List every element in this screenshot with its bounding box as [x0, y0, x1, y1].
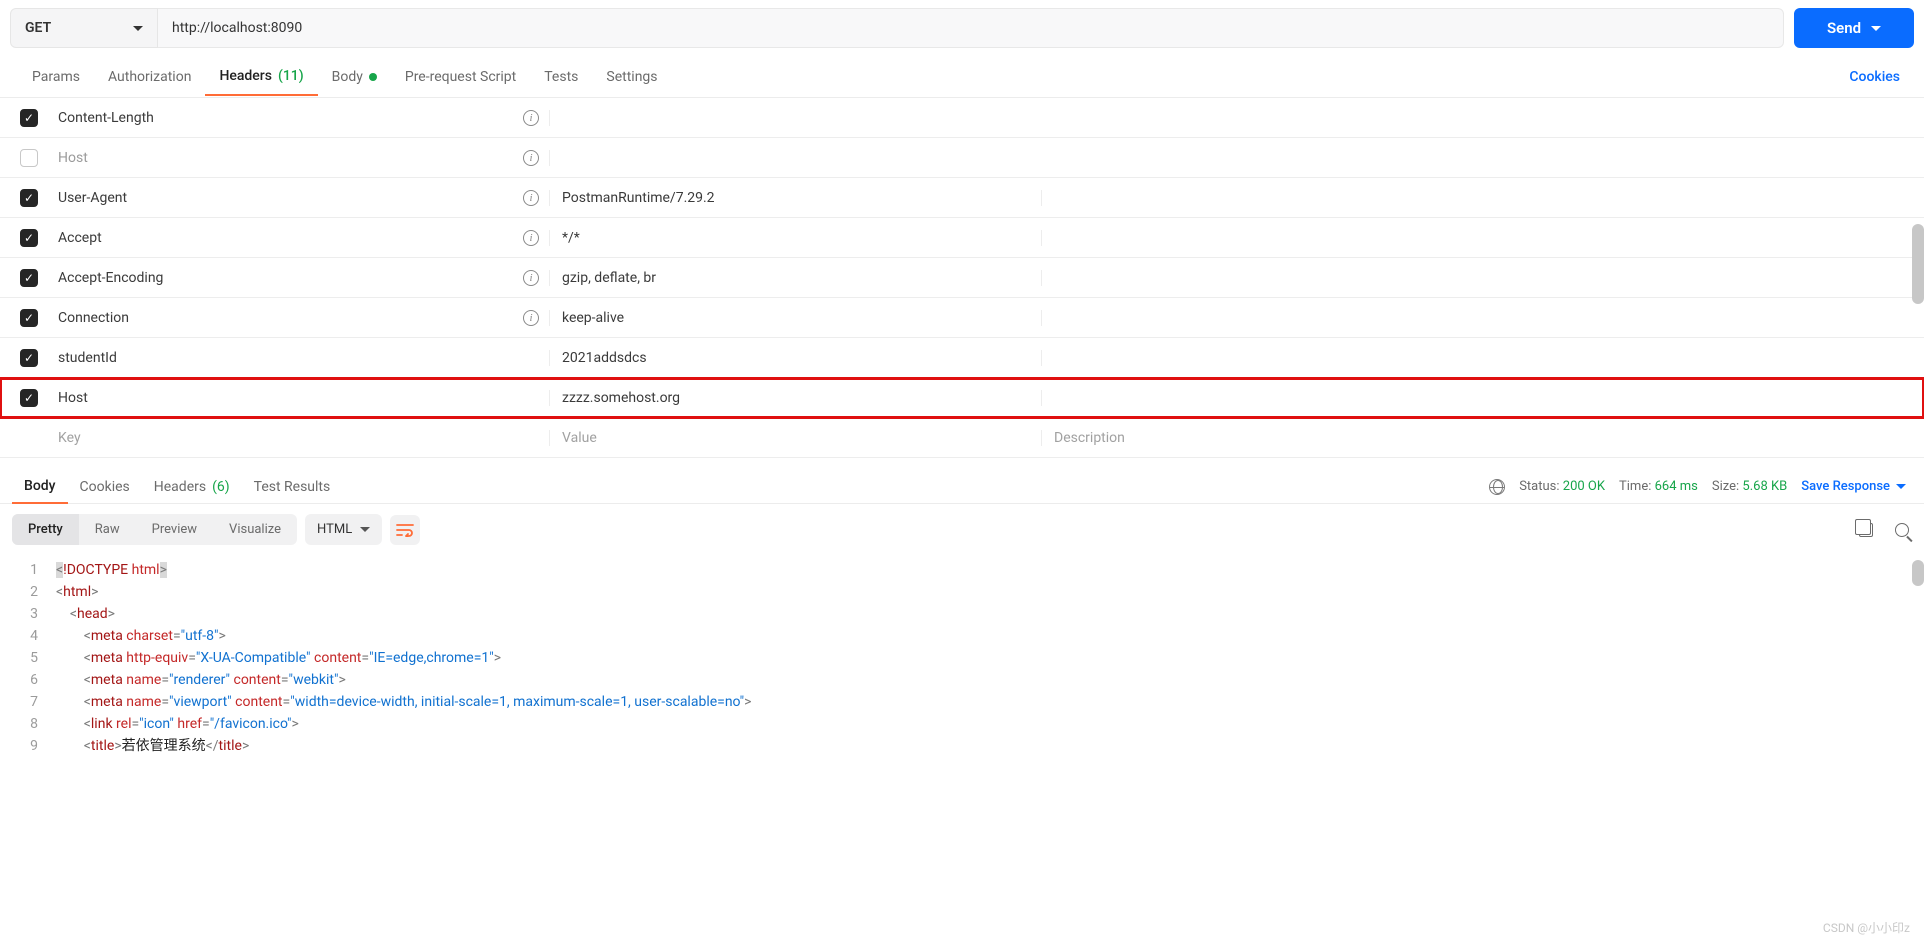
- row-checkbox[interactable]: ✓: [20, 229, 38, 247]
- header-key-input[interactable]: Key: [58, 430, 550, 446]
- response-tabs: Body Cookies Headers (6) Test Results St…: [0, 460, 1924, 504]
- view-raw[interactable]: Raw: [79, 514, 136, 545]
- info-icon[interactable]: i: [523, 150, 539, 166]
- header-key[interactable]: Content-Length: [58, 110, 154, 126]
- chevron-down-icon: [1896, 484, 1906, 489]
- chevron-down-icon: [360, 527, 370, 532]
- copy-icon[interactable]: [1856, 520, 1876, 540]
- tab-tests[interactable]: Tests: [530, 59, 592, 95]
- view-visualize[interactable]: Visualize: [213, 514, 297, 545]
- row-checkbox[interactable]: ✓: [20, 109, 38, 127]
- resp-tab-test-results[interactable]: Test Results: [242, 471, 343, 503]
- row-checkbox[interactable]: ✓: [20, 349, 38, 367]
- save-response-button[interactable]: Save Response: [1801, 479, 1906, 494]
- header-key[interactable]: studentId: [58, 350, 117, 366]
- header-value-input[interactable]: Value: [550, 430, 1042, 446]
- watermark: CSDN @小小印z: [1823, 919, 1910, 936]
- header-value[interactable]: keep-alive: [550, 310, 1042, 326]
- header-key[interactable]: Host: [58, 390, 88, 406]
- size-group: Size: 5.68 KB: [1712, 479, 1787, 494]
- table-row[interactable]: Host i: [0, 138, 1924, 178]
- info-icon[interactable]: i: [523, 270, 539, 286]
- scrollbar-thumb[interactable]: [1912, 560, 1924, 586]
- globe-icon[interactable]: [1489, 479, 1505, 495]
- row-checkbox[interactable]: [20, 149, 38, 167]
- header-value[interactable]: PostmanRuntime/7.29.2: [550, 190, 1042, 206]
- table-row[interactable]: ✓ Host zzzz.somehost.org: [0, 378, 1924, 418]
- info-icon[interactable]: i: [523, 230, 539, 246]
- table-row[interactable]: ✓ Accept i */*: [0, 218, 1924, 258]
- header-value[interactable]: gzip, deflate, br: [550, 270, 1042, 286]
- request-bar: GET http://localhost:8090 Send: [0, 0, 1924, 56]
- search-icon[interactable]: [1892, 520, 1912, 540]
- table-row-new[interactable]: Key Value Description: [0, 418, 1924, 458]
- cookies-link[interactable]: Cookies: [1849, 69, 1906, 85]
- tab-headers[interactable]: Headers (11): [205, 58, 317, 96]
- http-method-select[interactable]: GET: [10, 8, 158, 48]
- header-key[interactable]: Host: [58, 150, 88, 166]
- row-checkbox[interactable]: ✓: [20, 389, 38, 407]
- tab-params[interactable]: Params: [18, 59, 94, 95]
- response-body-code[interactable]: 1<!DOCTYPE html> 2<html> 3 <head> 4 <met…: [0, 555, 1924, 767]
- resp-headers-count: (6): [212, 479, 230, 495]
- chevron-down-icon: [1871, 26, 1881, 31]
- tab-body[interactable]: Body: [318, 59, 391, 95]
- send-button[interactable]: Send: [1794, 8, 1914, 48]
- body-toolbar: Pretty Raw Preview Visualize HTML: [0, 504, 1924, 555]
- view-pretty[interactable]: Pretty: [12, 514, 79, 545]
- view-preview[interactable]: Preview: [136, 514, 213, 545]
- info-icon[interactable]: i: [523, 310, 539, 326]
- tab-settings[interactable]: Settings: [592, 59, 671, 95]
- size-value: 5.68 KB: [1742, 479, 1787, 494]
- resp-tab-body[interactable]: Body: [12, 470, 68, 504]
- table-row[interactable]: ✓ Accept-Encoding i gzip, deflate, br: [0, 258, 1924, 298]
- resp-tab-cookies[interactable]: Cookies: [68, 471, 142, 503]
- row-checkbox[interactable]: ✓: [20, 269, 38, 287]
- chevron-down-icon: [133, 26, 143, 31]
- status-group: Status: 200 OK: [1519, 479, 1605, 494]
- info-icon[interactable]: i: [523, 190, 539, 206]
- send-label: Send: [1827, 19, 1861, 37]
- header-key[interactable]: User-Agent: [58, 190, 127, 206]
- time-group: Time: 664 ms: [1619, 479, 1698, 494]
- table-row[interactable]: ✓ User-Agent i PostmanRuntime/7.29.2: [0, 178, 1924, 218]
- time-value: 664 ms: [1655, 479, 1698, 494]
- resp-tab-headers[interactable]: Headers (6): [142, 471, 242, 503]
- headers-count-badge: (11): [278, 68, 304, 84]
- method-label: GET: [25, 20, 51, 36]
- header-value[interactable]: */*: [550, 230, 1042, 246]
- headers-table: ✓ Content-Length i Host i ✓ User-Agent i Po…: [0, 98, 1924, 458]
- table-row[interactable]: ✓ Content-Length i: [0, 98, 1924, 138]
- table-row[interactable]: ✓ Connection i keep-alive: [0, 298, 1924, 338]
- tab-authorization[interactable]: Authorization: [94, 59, 205, 95]
- header-key[interactable]: Accept: [58, 230, 102, 246]
- header-key[interactable]: Connection: [58, 310, 129, 326]
- header-desc-input[interactable]: Description: [1042, 430, 1924, 446]
- line-wrap-button[interactable]: [390, 515, 420, 545]
- tab-prerequest[interactable]: Pre-request Script: [391, 59, 530, 95]
- header-key[interactable]: Accept-Encoding: [58, 270, 163, 286]
- view-mode-segment: Pretty Raw Preview Visualize: [12, 514, 297, 545]
- row-checkbox[interactable]: ✓: [20, 189, 38, 207]
- url-input[interactable]: http://localhost:8090: [158, 8, 1784, 48]
- status-value: 200 OK: [1563, 479, 1605, 494]
- info-icon[interactable]: i: [523, 110, 539, 126]
- header-value[interactable]: 2021addsdcs: [550, 350, 1042, 366]
- response-status-bar: Status: 200 OK Time: 664 ms Size: 5.68 K…: [1489, 479, 1906, 495]
- body-dot-icon: [369, 73, 377, 81]
- body-format-select[interactable]: HTML: [305, 514, 382, 545]
- url-value: http://localhost:8090: [172, 20, 302, 36]
- request-tabs: Params Authorization Headers (11) Body P…: [0, 56, 1924, 98]
- row-checkbox[interactable]: ✓: [20, 309, 38, 327]
- scrollbar-thumb[interactable]: [1912, 224, 1924, 304]
- header-value[interactable]: zzzz.somehost.org: [550, 390, 1042, 406]
- table-row[interactable]: ✓ studentId 2021addsdcs: [0, 338, 1924, 378]
